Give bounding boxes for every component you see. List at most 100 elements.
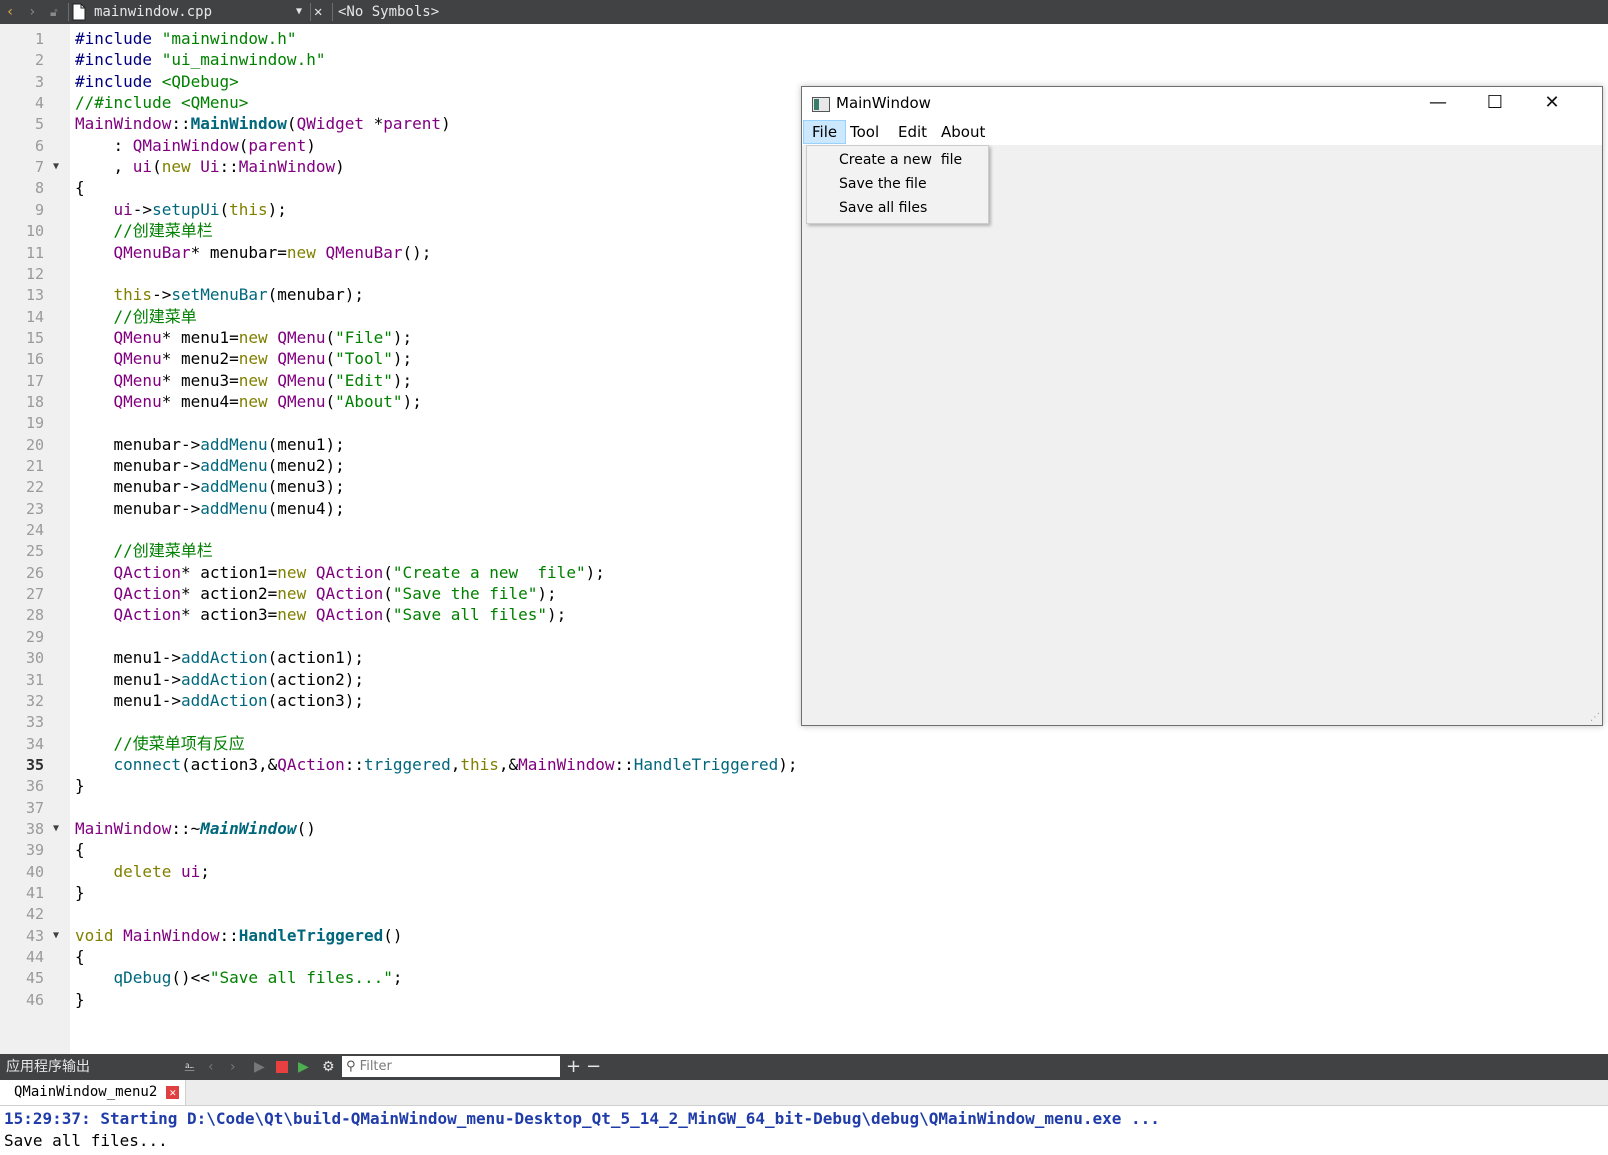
editor-toolbar: ‹ › 🔓︎ mainwindow.cpp ▼ ✕ <No Symbols> xyxy=(0,0,1608,24)
line-number: 33 xyxy=(25,713,44,731)
chevron-down-icon[interactable]: ▼ xyxy=(296,0,302,24)
code-line: QAction* action1=new QAction("Create a n… xyxy=(113,563,605,582)
line-number: 35 xyxy=(25,756,44,774)
fold-arrow-icon[interactable]: ▼ xyxy=(53,818,59,840)
line-number: 20 xyxy=(25,436,44,454)
line-number: 30 xyxy=(25,649,44,667)
fold-arrow-icon[interactable]: ▼ xyxy=(53,925,59,947)
clean-icon[interactable]: ⎁ xyxy=(184,1054,195,1080)
code-line: menubar->addMenu(menu1); xyxy=(75,435,345,454)
line-number: 3 xyxy=(34,73,44,91)
menu-about[interactable]: About xyxy=(933,121,993,143)
line-number: 9 xyxy=(34,201,44,219)
add-button[interactable]: + xyxy=(566,1054,581,1080)
application-output[interactable]: 15:29:37: Starting D:\Code\Qt\build-QMai… xyxy=(0,1106,1608,1155)
code-line: } xyxy=(75,883,85,902)
maximize-button[interactable]: ☐ xyxy=(1467,87,1523,119)
line-number: 31 xyxy=(25,671,44,689)
code-line: menu1->addAction(action3); xyxy=(75,691,364,710)
output-pane-title: 应用程序输出 xyxy=(6,1059,90,1075)
code-line: #include "ui_mainwindow.h" xyxy=(75,50,326,69)
code-line: QMenu* menu4=new QMenu("About"); xyxy=(113,392,422,411)
output-pane-toolbar: 应用程序输出 ⎁ ‹ › ▶ ▶ ⚙ ⚲ Filter + − xyxy=(0,1054,1608,1080)
code-line: menu1->addAction(action2); xyxy=(75,670,364,689)
output-tabs: QMainWindow_menu2 ✕ xyxy=(0,1080,1608,1106)
code-line: delete ui; xyxy=(113,862,210,881)
line-number: 4 xyxy=(34,94,44,112)
line-number: 42 xyxy=(25,905,44,923)
code-line: } xyxy=(75,776,85,795)
line-number: 8 xyxy=(34,179,44,197)
code-line: } xyxy=(75,990,85,1009)
gear-icon[interactable]: ⚙ xyxy=(322,1054,335,1080)
resize-grip-icon[interactable]: ⋰ xyxy=(1590,712,1600,723)
line-number: 10 xyxy=(25,222,44,240)
menu-tool[interactable]: Tool xyxy=(842,121,887,143)
code-line: qDebug()<<"Save all files..."; xyxy=(113,968,403,987)
line-number: 26 xyxy=(25,564,44,582)
line-number: 45 xyxy=(25,969,44,987)
line-number: 41 xyxy=(25,884,44,902)
close-icon[interactable]: ✕ xyxy=(314,0,322,24)
line-number: 12 xyxy=(25,265,44,283)
menu-edit[interactable]: Edit xyxy=(890,121,935,143)
line-number: 2 xyxy=(34,51,44,69)
code-line: { xyxy=(75,178,85,197)
output-tab[interactable]: QMainWindow_menu2 ✕ xyxy=(0,1080,187,1105)
chevron-right-icon[interactable]: › xyxy=(230,1054,236,1080)
stop-icon[interactable] xyxy=(276,1061,288,1073)
line-number: 17 xyxy=(25,372,44,390)
output-line: 15:29:37: Starting D:\Code\Qt\build-QMai… xyxy=(4,1109,1160,1128)
file-icon xyxy=(72,0,86,24)
line-number: 37 xyxy=(25,799,44,817)
fold-arrow-icon[interactable]: ▼ xyxy=(53,156,59,178)
output-line: Save all files... xyxy=(4,1131,168,1150)
line-number: 32 xyxy=(25,692,44,710)
remove-button[interactable]: − xyxy=(586,1054,601,1080)
chevron-right-icon[interactable]: › xyxy=(28,0,36,24)
close-button[interactable]: ✕ xyxy=(1524,87,1580,119)
symbols-selector[interactable]: <No Symbols> xyxy=(338,0,439,24)
code-line: QMenuBar* menubar=new QMenuBar(); xyxy=(113,243,432,262)
chevron-left-icon[interactable]: ‹ xyxy=(208,1054,214,1080)
close-icon[interactable]: ✕ xyxy=(166,1086,180,1099)
minimize-button[interactable]: — xyxy=(1410,87,1466,119)
menu-item-create-new-file[interactable]: Create a new file xyxy=(839,148,962,172)
code-line: QMenu* menu2=new QMenu("Tool"); xyxy=(113,349,413,368)
lock-icon[interactable]: 🔓︎ xyxy=(50,0,58,24)
line-number: 14 xyxy=(25,308,44,326)
line-number: 36 xyxy=(25,777,44,795)
run-icon[interactable]: ▶ xyxy=(254,1054,265,1080)
line-number: 46 xyxy=(25,991,44,1009)
menu-item-save-file[interactable]: Save the file xyxy=(839,172,927,196)
app-menu-bar: File Tool Edit About xyxy=(802,119,1602,145)
code-line: #include "mainwindow.h" xyxy=(75,29,297,48)
chevron-left-icon[interactable]: ‹ xyxy=(6,0,14,24)
app-window-title: MainWindow xyxy=(836,94,931,112)
app-title-bar[interactable]: MainWindow — ☐ ✕ xyxy=(802,87,1602,119)
code-line: //使菜单项有反应 xyxy=(75,734,245,753)
code-line: //#include <QMenu> xyxy=(75,93,249,112)
code-line: connect(action3,&QAction::triggered,this… xyxy=(113,755,798,774)
attach-debugger-icon[interactable]: ▶ xyxy=(298,1054,309,1080)
menu-file[interactable]: File xyxy=(803,120,847,144)
line-number: 25 xyxy=(25,542,44,560)
code-line: menubar->addMenu(menu4); xyxy=(75,499,345,518)
menu-item-save-all-files[interactable]: Save all files xyxy=(839,196,927,220)
code-line: menu1->addAction(action1); xyxy=(75,648,364,667)
app-window[interactable]: MainWindow — ☐ ✕ File Tool Edit About Cr… xyxy=(801,86,1603,726)
line-number: 40 xyxy=(25,863,44,881)
line-number: 38 xyxy=(25,820,44,838)
code-line: QAction* action3=new QAction("Save all f… xyxy=(113,605,567,624)
app-window-icon xyxy=(812,97,830,112)
file-menu-dropdown: Create a new file Save the file Save all… xyxy=(806,145,989,224)
line-number: 19 xyxy=(25,414,44,432)
file-selector[interactable]: mainwindow.cpp xyxy=(94,0,212,24)
line-number: 11 xyxy=(25,244,44,262)
code-line: void MainWindow::HandleTriggered() xyxy=(75,926,403,945)
filter-input[interactable]: ⚲ Filter xyxy=(342,1056,560,1077)
search-icon: ⚲ xyxy=(346,1059,356,1074)
code-line: this->setMenuBar(menubar); xyxy=(113,285,364,304)
line-number: 29 xyxy=(25,628,44,646)
line-number: 13 xyxy=(25,286,44,304)
